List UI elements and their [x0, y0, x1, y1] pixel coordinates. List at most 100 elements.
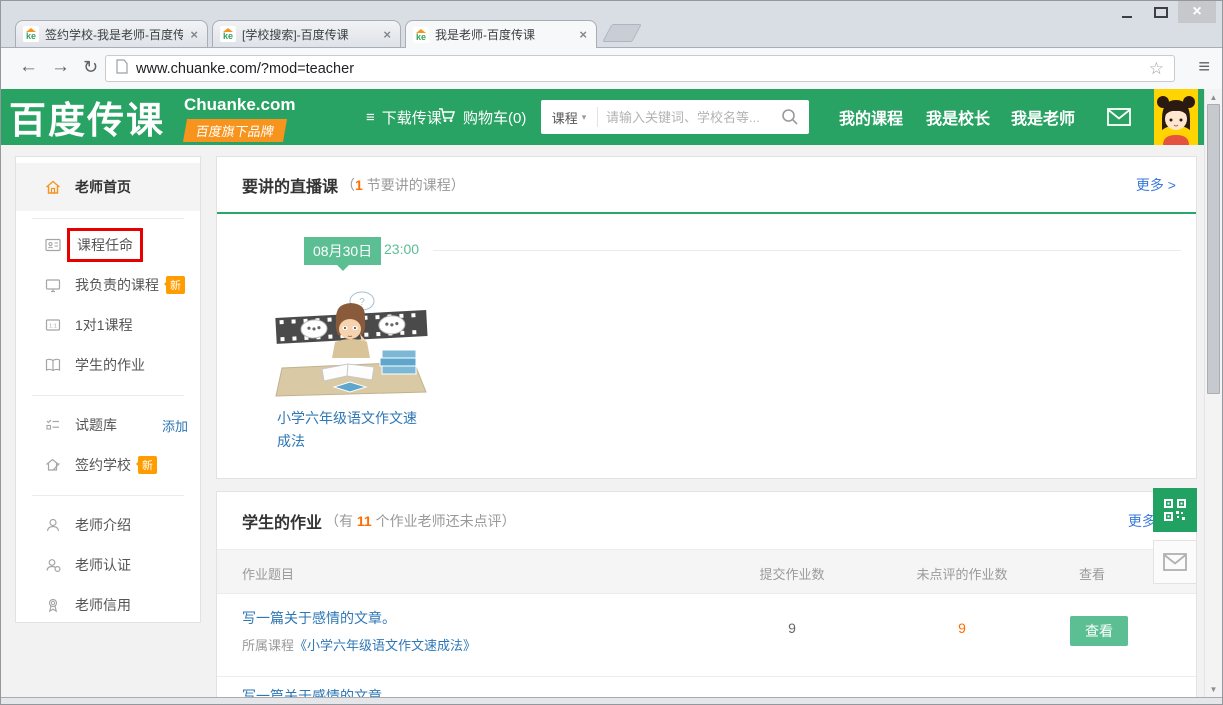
- new-tab-button[interactable]: [602, 24, 642, 42]
- add-link[interactable]: 添加: [162, 416, 188, 435]
- sidebar-item-my-courses[interactable]: 我负责的课程 新: [16, 265, 200, 305]
- divider: [32, 218, 184, 219]
- new-badge: 新: [138, 456, 157, 474]
- qr-code-button[interactable]: [1153, 488, 1197, 532]
- course-prefix: 所属课程: [242, 638, 294, 653]
- bookmark-star-icon[interactable]: ☆: [1149, 59, 1164, 79]
- school-house-icon: [44, 456, 62, 474]
- browser-window: ke 签约学校-我是老师-百度传 × ke [学校搜索]-百度传课 × ke 我…: [0, 0, 1223, 705]
- search-input[interactable]: [598, 110, 771, 125]
- monitor-icon: [44, 276, 62, 294]
- minimize-button[interactable]: [1110, 1, 1144, 23]
- site-header: 百度传课 Chuanke.com 百度旗下品牌 ≡ 下载传课 购物车(0) 课程…: [1, 89, 1222, 145]
- svg-text:1:1: 1:1: [49, 323, 57, 329]
- scrollbar-thumb[interactable]: [1207, 104, 1220, 394]
- sidebar-item-label: 老师介绍: [75, 515, 131, 535]
- browser-tab-1[interactable]: ke 签约学校-我是老师-百度传 ×: [15, 20, 208, 47]
- live-lessons-panel: 要讲的直播课 （1 节要讲的课程） 更多 > 08月30日 23:00: [216, 156, 1197, 479]
- chevron-down-icon: ▾: [582, 112, 587, 123]
- cart-label: 购物车(0): [463, 107, 526, 128]
- cart-icon: [438, 107, 456, 127]
- sidebar-item-course-appointment[interactable]: 课程任命: [16, 225, 200, 265]
- nav-i-am-teacher[interactable]: 我是老师: [1011, 89, 1075, 145]
- tab-title: [学校搜索]-百度传课: [242, 26, 376, 43]
- sidebar-item-label: 签约学校: [75, 455, 131, 475]
- sidebar-item-label: 老师首页: [75, 177, 131, 197]
- cart-link[interactable]: 购物车(0): [438, 89, 526, 145]
- user-avatar[interactable]: [1154, 89, 1198, 145]
- site-logo[interactable]: 百度传课: [9, 90, 165, 144]
- homework-panel: 学生的作业 （有 11 个作业老师还未点评） 更多 > 作业题目 提交作业数 未…: [216, 491, 1197, 705]
- divider: [32, 395, 184, 396]
- tab-close-icon[interactable]: ×: [381, 27, 393, 42]
- sidebar-item-question-bank[interactable]: 试题库 添加: [16, 405, 200, 445]
- close-button[interactable]: ×: [1178, 1, 1216, 23]
- homework-table-row: 写一篇关于感情的文章。 所属课程《小学六年级语文作文速成法》 9 9 查看: [217, 594, 1196, 677]
- page-scrollbar[interactable]: ▲ ▼: [1204, 89, 1222, 698]
- svg-text:ke: ke: [26, 31, 36, 41]
- nav-i-am-principal[interactable]: 我是校长: [926, 89, 990, 145]
- live-course-count: 1: [355, 177, 363, 193]
- person-check-icon: [44, 556, 62, 574]
- browser-menu-icon[interactable]: ≡: [1198, 56, 1210, 79]
- live-course-link[interactable]: 小学六年级语文作文速 成法: [277, 407, 452, 453]
- sidebar-item-signed-schools[interactable]: 签约学校 新: [16, 445, 200, 485]
- checklist-icon: [44, 416, 62, 434]
- address-bar[interactable]: www.chuanke.com/?mod=teacher ☆: [105, 55, 1175, 82]
- svg-text:ke: ke: [416, 32, 426, 42]
- nav-my-courses[interactable]: 我的课程: [839, 89, 903, 145]
- chuanke-favicon: ke: [413, 27, 429, 43]
- live-panel-title: 要讲的直播课: [242, 173, 338, 197]
- sidebar-item-label: 试题库: [75, 415, 117, 435]
- reload-icon[interactable]: ↻: [83, 57, 98, 78]
- tab-close-icon[interactable]: ×: [188, 27, 200, 42]
- browser-tab-3-active[interactable]: ke 我是老师-百度传课 ×: [405, 20, 597, 48]
- homework-panel-title: 学生的作业: [242, 509, 322, 533]
- live-more-link[interactable]: 更多 >: [1136, 175, 1176, 195]
- sidebar-item-label: 老师信用: [75, 595, 131, 615]
- browser-toolbar: ← → ↻ www.chuanke.com/?mod=teacher ☆ ≡: [1, 48, 1222, 89]
- id-card-icon: [44, 236, 62, 254]
- search-icon[interactable]: [771, 108, 809, 126]
- maximize-button[interactable]: [1144, 1, 1178, 23]
- col-unreviewed-count: 未点评的作业数: [897, 564, 1027, 583]
- feedback-mail-button[interactable]: [1153, 540, 1197, 584]
- messages-icon[interactable]: [1107, 108, 1131, 131]
- one-on-one-icon: 1:1: [44, 316, 62, 334]
- sidebar-item-teacher-home[interactable]: 老师首页: [16, 163, 200, 211]
- sidebar-item-student-homework[interactable]: 学生的作业: [16, 345, 200, 385]
- svg-text:ke: ke: [223, 31, 233, 41]
- tab-close-icon[interactable]: ×: [577, 27, 589, 42]
- chuanke-favicon: ke: [23, 26, 39, 42]
- medal-icon: [44, 596, 62, 614]
- unreviewed-count-value: 9: [897, 620, 1027, 636]
- scroll-down-icon[interactable]: ▼: [1205, 685, 1222, 694]
- sidebar-item-1on1-courses[interactable]: 1:1 1对1课程: [16, 305, 200, 345]
- view-button[interactable]: 查看: [1070, 616, 1128, 646]
- brand-badge: 百度旗下品牌: [183, 119, 287, 142]
- col-submitted-count: 提交作业数: [737, 564, 847, 583]
- course-thumbnail[interactable]: ?: [274, 290, 429, 402]
- course-link[interactable]: 《小学六年级语文作文速成法》: [294, 638, 476, 653]
- back-icon[interactable]: ←: [19, 56, 38, 78]
- site-logo-domain: Chuanke.com: [184, 95, 295, 115]
- forward-icon[interactable]: →: [51, 56, 70, 78]
- scroll-up-icon[interactable]: ▲: [1205, 93, 1222, 102]
- sidebar-item-teacher-credit[interactable]: 老师信用: [16, 585, 200, 625]
- divider: [32, 495, 184, 496]
- live-panel-header: 要讲的直播课 （1 节要讲的课程） 更多 >: [217, 157, 1196, 214]
- homework-title-link[interactable]: 写一篇关于感情的文章。: [242, 608, 396, 628]
- sidebar: 老师首页 课程任命 我负责的课程 新 1:1 1对1课程 学: [15, 156, 201, 623]
- sidebar-item-label: 学生的作业: [75, 355, 145, 375]
- url-text[interactable]: www.chuanke.com/?mod=teacher: [136, 61, 1149, 77]
- sidebar-item-teacher-intro[interactable]: 老师介绍: [16, 505, 200, 545]
- browser-tab-2[interactable]: ke [学校搜索]-百度传课 ×: [212, 20, 401, 47]
- col-homework-title: 作业题目: [242, 564, 294, 583]
- homework-panel-header: 学生的作业 （有 11 个作业老师还未点评） 更多 >: [217, 492, 1196, 550]
- search-category-dropdown[interactable]: 课程 ▾: [541, 107, 598, 127]
- window-controls: ×: [1110, 1, 1216, 23]
- home-icon: [44, 178, 62, 196]
- live-date-badge: 08月30日: [304, 237, 381, 265]
- download-link[interactable]: ≡ 下载传课: [366, 89, 442, 145]
- sidebar-item-teacher-certification[interactable]: 老师认证: [16, 545, 200, 585]
